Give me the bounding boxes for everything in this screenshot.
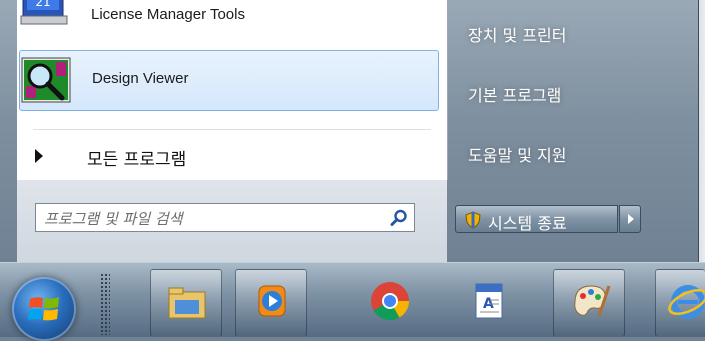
media-player-icon [258, 285, 286, 317]
chrome-icon [371, 282, 410, 321]
taskbar-media-player[interactable] [235, 269, 307, 337]
taskbar-chrome[interactable] [353, 269, 425, 337]
arrow-right-icon [628, 214, 634, 224]
menu-item-help-support[interactable]: 도움말 및 지원 [468, 142, 567, 166]
shutdown-label: 시스템 종료 [488, 214, 567, 233]
shutdown-group: 시스템 종료 [455, 205, 643, 233]
programs-pane: 21 License Manager Tools Design Viewer 모… [17, 0, 448, 180]
paint-icon [574, 285, 611, 317]
taskbar-paint[interactable] [553, 269, 625, 337]
program-item-license-manager[interactable]: 21 License Manager Tools [19, 0, 437, 31]
taskbar-grip[interactable] [100, 273, 110, 335]
taskbar: A [0, 262, 705, 341]
all-programs-label: 모든 프로그램 [87, 150, 187, 170]
taskbar-internet-explorer[interactable] [655, 269, 705, 337]
shutdown-options-button[interactable] [619, 205, 641, 233]
arrow-right-icon [35, 149, 43, 163]
search-icon[interactable] [390, 209, 408, 227]
design-viewer-icon [21, 57, 71, 103]
windows-logo-icon [28, 297, 59, 321]
program-item-design-viewer[interactable]: Design Viewer [19, 50, 439, 111]
program-label: License Manager Tools [91, 6, 245, 23]
shield-icon [465, 211, 481, 229]
all-programs-button[interactable]: 모든 프로그램 [17, 138, 445, 178]
svg-text:21: 21 [35, 0, 50, 9]
wordpad-icon: A [475, 283, 503, 319]
taskbar-file-explorer[interactable] [150, 269, 222, 337]
search-input[interactable] [42, 206, 376, 231]
taskbar-wordpad[interactable]: A [452, 269, 524, 337]
program-label: Design Viewer [92, 70, 189, 87]
start-button[interactable] [12, 277, 76, 341]
search-area [17, 180, 447, 262]
right-pane: 장치 및 프린터 기본 프로그램 도움말 및 지원 시스템 종료 [448, 0, 698, 262]
menu-item-default-programs[interactable]: 기본 프로그램 [468, 82, 561, 106]
search-box[interactable] [35, 203, 415, 232]
license-manager-icon: 21 [20, 0, 68, 25]
start-menu: 21 License Manager Tools Design Viewer 모… [0, 0, 699, 262]
shutdown-button[interactable]: 시스템 종료 [455, 205, 618, 233]
ie-icon [668, 285, 705, 319]
menu-item-devices-printers[interactable]: 장치 및 프린터 [468, 22, 567, 46]
folder-icon [168, 287, 206, 319]
separator [33, 129, 431, 130]
